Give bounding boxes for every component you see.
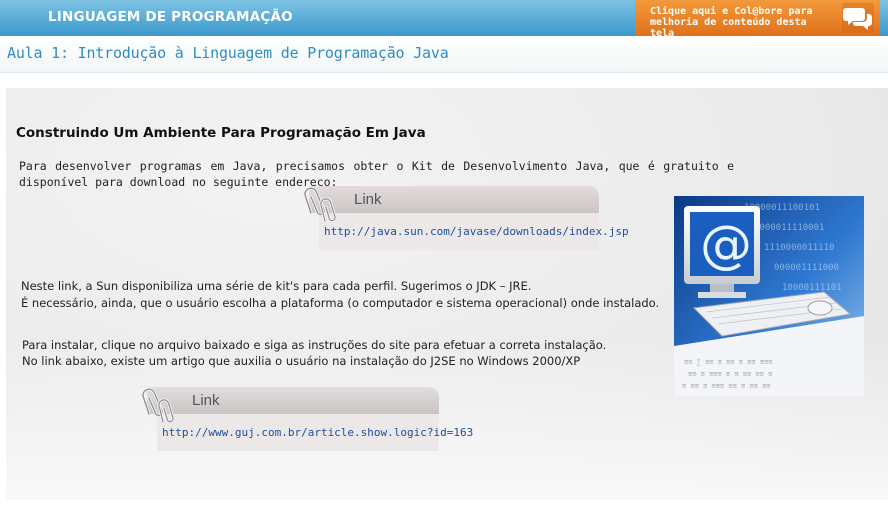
content-panel: Construindo Um Ambiente Para Programação… bbox=[6, 88, 888, 500]
section-title: Construindo Um Ambiente Para Programação… bbox=[16, 125, 426, 141]
link-box-2-header: Link bbox=[147, 387, 439, 414]
jdk-paragraph-line-2: É necessário, ainda, que o usuário escol… bbox=[21, 295, 660, 310]
link-box-2-body: http://www.guj.com.br/article.show.logic… bbox=[157, 414, 473, 451]
jdk-download-link[interactable]: http://java.sun.com/javase/downloads/ind… bbox=[324, 225, 629, 238]
link-box-1-label: Link bbox=[354, 191, 382, 208]
chat-bubbles-icon bbox=[842, 3, 874, 33]
link-box-1-body: http://java.sun.com/javase/downloads/ind… bbox=[319, 213, 629, 250]
link-box-1-header: Link bbox=[309, 186, 599, 213]
top-header-bar: LINGUAGEM DE PROGRAMAÇÃO Clique aqui e C… bbox=[0, 0, 888, 39]
svg-text:@: @ bbox=[700, 215, 752, 275]
paperclip-icon bbox=[141, 387, 175, 424]
computer-illustration: 10000011100101 0000011110001 11100000111… bbox=[674, 196, 864, 396]
svg-text:≡≡ ≡ ≡≡≡ ≡ ≡ ≡≡ ≡≡ ≡: ≡≡ ≡ ≡≡≡ ≡ ≡ ≡≡ ≡≡ ≡ bbox=[688, 370, 772, 378]
lesson-title: Aula 1: Introdução à Linguagem de Progra… bbox=[7, 44, 449, 62]
j2se-article-link[interactable]: http://www.guj.com.br/article.show.logic… bbox=[162, 426, 473, 439]
svg-text:1110000011110: 1110000011110 bbox=[764, 243, 834, 253]
jdk-paragraph-line-1: Neste link, a Sun disponibiliza uma séri… bbox=[21, 279, 532, 293]
collaborate-text: Clique aqui e Col@bore para melhoria de … bbox=[650, 6, 835, 39]
link-box-2: Link http://www.guj.com.br/article.show.… bbox=[141, 387, 473, 451]
svg-text:≡ ≡≡ ≡ ≡≡≡ ≡≡ ≡ ≡≡ ≡≡: ≡ ≡≡ ≡ ≡≡≡ ≡≡ ≡ ≡≡ ≡≡ bbox=[682, 382, 771, 390]
install-paragraph-line-1: Para instalar, clique no arquivo baixado… bbox=[22, 338, 607, 352]
svg-text:000001111000: 000001111000 bbox=[774, 263, 839, 273]
lesson-title-bar: Aula 1: Introdução à Linguagem de Progra… bbox=[0, 36, 888, 73]
collaborate-line-1: Clique aqui e Col@bore para bbox=[650, 6, 813, 17]
svg-text:≡≡ ∑ ≡≡ ≡ ≡≡ ≡ ≡≡ ≡≡≡: ≡≡ ∑ ≡≡ ≡ ≡≡ ≡ ≡≡ ≡≡≡ bbox=[684, 358, 773, 366]
install-paragraph-line-2: No link abaixo, existe um artigo que aux… bbox=[22, 354, 581, 368]
computer-at-sign-image: 10000011100101 0000011110001 11100000111… bbox=[674, 196, 864, 396]
link-box-1: Link http://java.sun.com/javase/download… bbox=[303, 186, 629, 250]
collaborate-button[interactable]: Clique aqui e Col@bore para melhoria de … bbox=[635, 0, 880, 39]
svg-text:10000111101: 10000111101 bbox=[782, 283, 842, 293]
course-brand: LINGUAGEM DE PROGRAMAÇÃO bbox=[48, 9, 293, 25]
paperclip-icon bbox=[303, 186, 337, 223]
jdk-paragraph: Neste link, a Sun disponibiliza uma séri… bbox=[21, 278, 666, 311]
install-paragraph: Para instalar, clique no arquivo baixado… bbox=[22, 337, 662, 369]
link-box-2-label: Link bbox=[192, 392, 220, 409]
svg-text:0000011110001: 0000011110001 bbox=[754, 223, 824, 233]
